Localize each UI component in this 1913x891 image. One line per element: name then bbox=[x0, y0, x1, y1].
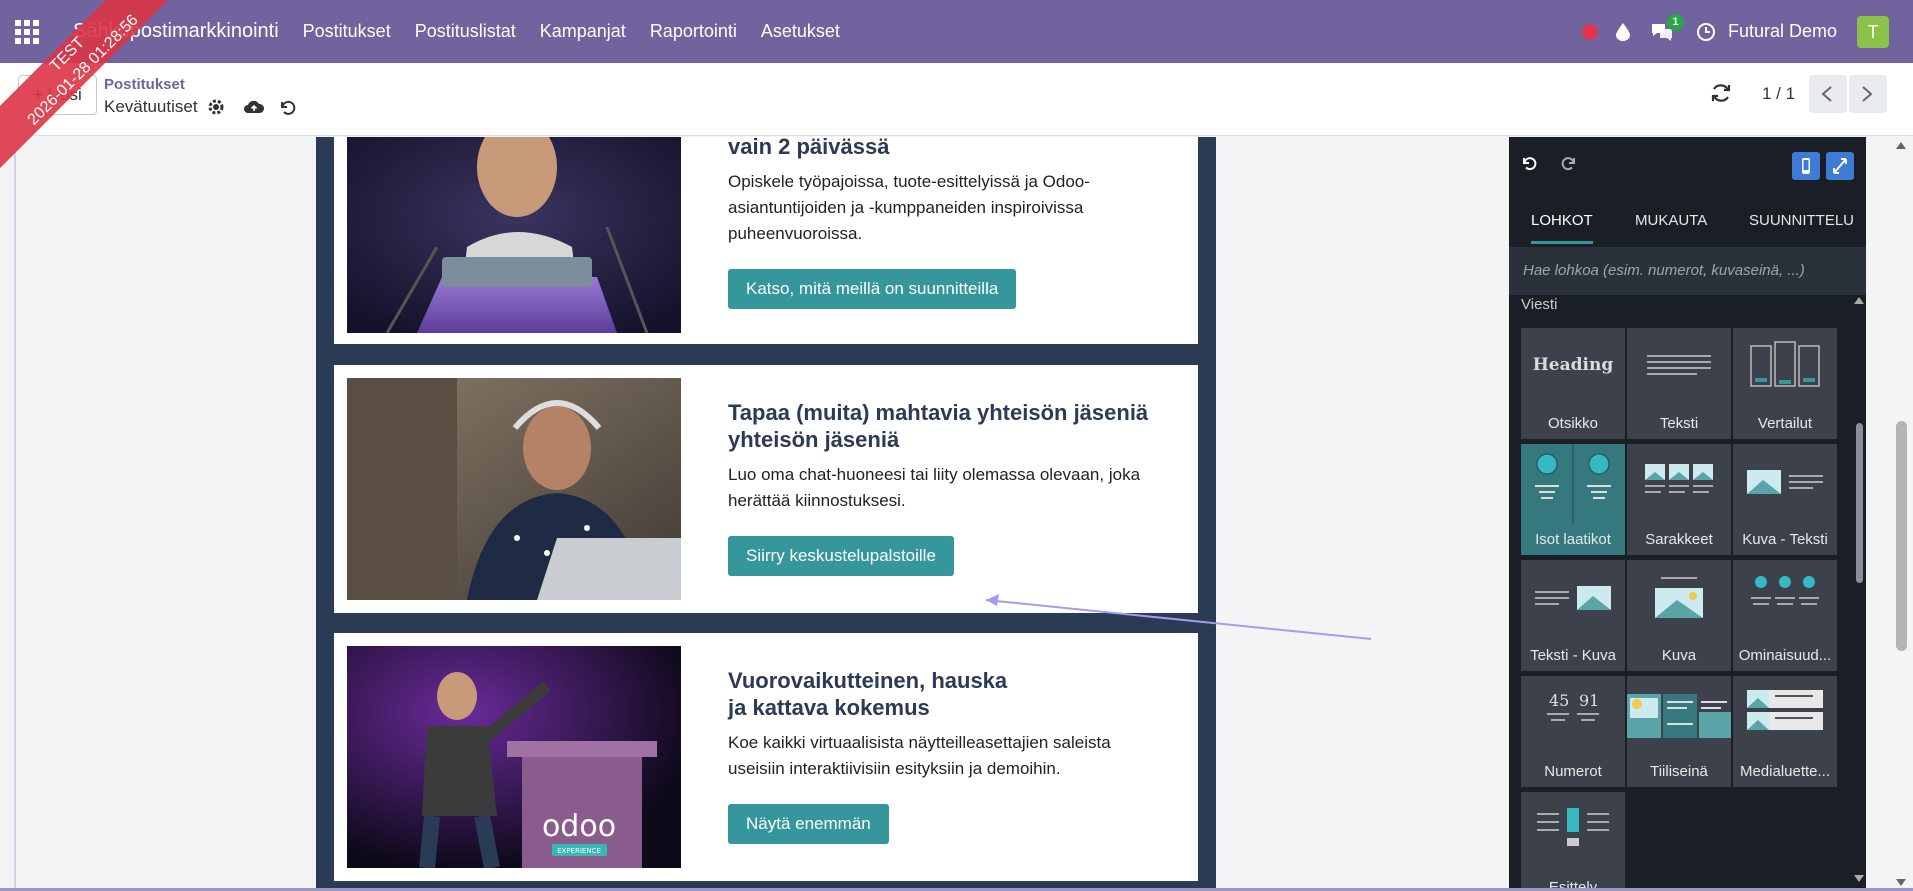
tab-mukauta[interactable]: MUKAUTA bbox=[1635, 194, 1707, 244]
snippet-label: Isot laatikot bbox=[1535, 531, 1611, 548]
navbar-systray: 1 Futural Demo T bbox=[1581, 0, 1913, 63]
chat-icon[interactable]: 1 bbox=[1650, 13, 1684, 42]
user-name[interactable]: Futural Demo bbox=[1728, 21, 1837, 42]
snippet-isot-laatikot[interactable]: Isot laatikot bbox=[1521, 444, 1625, 555]
discard-icon[interactable] bbox=[278, 98, 296, 116]
main-menu: Postitukset Postituslistat Kampanjat Rap… bbox=[303, 21, 864, 42]
mobile-preview-button[interactable] bbox=[1792, 152, 1820, 180]
snippet-grid: Heading Otsikko Teksti Vertailut Isot la… bbox=[1521, 328, 1841, 891]
tab-lohkot[interactable]: LOHKOT bbox=[1531, 194, 1593, 244]
snippet-label: Medialuette... bbox=[1739, 763, 1831, 780]
snippet-vertailut[interactable]: Vertailut bbox=[1733, 328, 1837, 439]
editor-canvas[interactable]: vain 2 päivässä Opiskele työpajoissa, tu… bbox=[14, 137, 1509, 891]
snippet-label: Otsikko bbox=[1547, 415, 1598, 432]
snippet-label: Numerot bbox=[1544, 763, 1602, 780]
menu-postitukset[interactable]: Postitukset bbox=[303, 21, 391, 42]
drop-icon[interactable] bbox=[1615, 22, 1630, 41]
heading-thumb-text: Heading bbox=[1533, 355, 1614, 375]
menu-raportointi[interactable]: Raportointi bbox=[650, 21, 737, 42]
breadcrumb-current: Kevätuutiset bbox=[104, 97, 198, 116]
snippet-otsikko[interactable]: Heading Otsikko bbox=[1521, 328, 1625, 439]
snippet-ominaisuudet[interactable]: Ominaisuud... bbox=[1733, 560, 1837, 671]
record-dot-icon[interactable] bbox=[1581, 23, 1598, 40]
drag-arrow bbox=[985, 594, 1372, 640]
breadcrumb-parent[interactable]: Postitukset bbox=[104, 76, 185, 93]
pager-previous-button[interactable] bbox=[1809, 75, 1847, 113]
snippet-label: Vertailut bbox=[1757, 415, 1813, 432]
panel-scroll-up-icon[interactable] bbox=[1854, 297, 1864, 304]
app-grid-icon[interactable] bbox=[15, 19, 39, 44]
expand-icon bbox=[1833, 158, 1847, 174]
panel-scroll-thumb[interactable] bbox=[1856, 423, 1863, 583]
snippet-search-input[interactable]: Hae lohkoa (esim. numerot, kuvaseinä, ..… bbox=[1509, 247, 1866, 295]
snippet-label: Ominaisuud... bbox=[1738, 647, 1832, 664]
avatar[interactable]: T bbox=[1857, 15, 1889, 48]
panel-scroll-down-icon[interactable] bbox=[1854, 875, 1864, 882]
snippet-label: Kuva bbox=[1661, 647, 1697, 664]
tab-suunnittelu[interactable]: SUUNNITTELU bbox=[1749, 194, 1854, 244]
mobile-icon bbox=[1802, 158, 1810, 174]
panel-scrollbar[interactable] bbox=[1852, 295, 1866, 891]
pager-value[interactable]: 1 / 1 bbox=[1762, 84, 1795, 104]
snippet-numerot[interactable]: 45 91 Numerot bbox=[1521, 676, 1625, 787]
panel-toolbar bbox=[1509, 137, 1866, 194]
panel-tabs: LOHKOT MUKAUTA SUUNNITTELU bbox=[1509, 194, 1866, 244]
snippet-label: Sarakkeet bbox=[1645, 531, 1713, 548]
cloud-save-icon[interactable] bbox=[243, 98, 265, 116]
page-scroll-up-icon[interactable] bbox=[1896, 142, 1906, 149]
chevron-right-icon bbox=[1862, 86, 1873, 102]
refresh-icon[interactable] bbox=[1710, 82, 1732, 104]
menu-postituslistat[interactable]: Postituslistat bbox=[415, 21, 516, 42]
snippet-label: Kuva - Teksti bbox=[1742, 531, 1828, 548]
snippet-medialuettelo[interactable]: Medialuette... bbox=[1733, 676, 1837, 787]
snippet-label: Tiiliseinä bbox=[1650, 763, 1708, 780]
snippet-sarakkeet[interactable]: Sarakkeet bbox=[1627, 444, 1731, 555]
chat-badge: 1 bbox=[1666, 13, 1684, 31]
page-scroll-thumb[interactable] bbox=[1896, 421, 1907, 651]
undo-icon[interactable] bbox=[1521, 155, 1537, 171]
gear-icon[interactable] bbox=[207, 98, 225, 116]
fullscreen-button[interactable] bbox=[1826, 152, 1854, 180]
snippet-kuva[interactable]: Kuva bbox=[1627, 560, 1731, 671]
snippet-tiiliseina[interactable]: Tiiliseinä bbox=[1627, 676, 1731, 787]
control-bar: + Uusi Postitukset Kevätuutiset 1 / 1 bbox=[0, 63, 1913, 136]
snippet-teksti-kuva[interactable]: Teksti - Kuva bbox=[1521, 560, 1625, 671]
top-navbar: Sähköpostimarkkinointi Postitukset Posti… bbox=[0, 0, 1913, 63]
redo-icon[interactable] bbox=[1561, 155, 1577, 171]
numbers-thumb-1: 45 bbox=[1549, 691, 1569, 710]
snippet-label: Teksti - Kuva bbox=[1530, 647, 1616, 664]
snippet-teksti[interactable]: Teksti bbox=[1627, 328, 1731, 439]
pager-next-button[interactable] bbox=[1849, 75, 1887, 113]
clock-icon[interactable] bbox=[1696, 22, 1716, 42]
menu-kampanjat[interactable]: Kampanjat bbox=[540, 21, 626, 42]
section-title: Viesti bbox=[1521, 296, 1558, 313]
chevron-left-icon bbox=[1821, 86, 1832, 102]
page-scroll-down-icon[interactable] bbox=[1896, 879, 1906, 886]
snippet-kuva-teksti[interactable]: Kuva - Teksti bbox=[1733, 444, 1837, 555]
menu-asetukset[interactable]: Asetukset bbox=[761, 21, 840, 42]
snippet-esittely[interactable]: Esittely bbox=[1521, 792, 1625, 891]
snippet-label: Teksti bbox=[1659, 415, 1699, 432]
numbers-thumb-2: 91 bbox=[1579, 691, 1599, 710]
snippets-panel: LOHKOT MUKAUTA SUUNNITTELU Hae lohkoa (e… bbox=[1509, 137, 1866, 891]
